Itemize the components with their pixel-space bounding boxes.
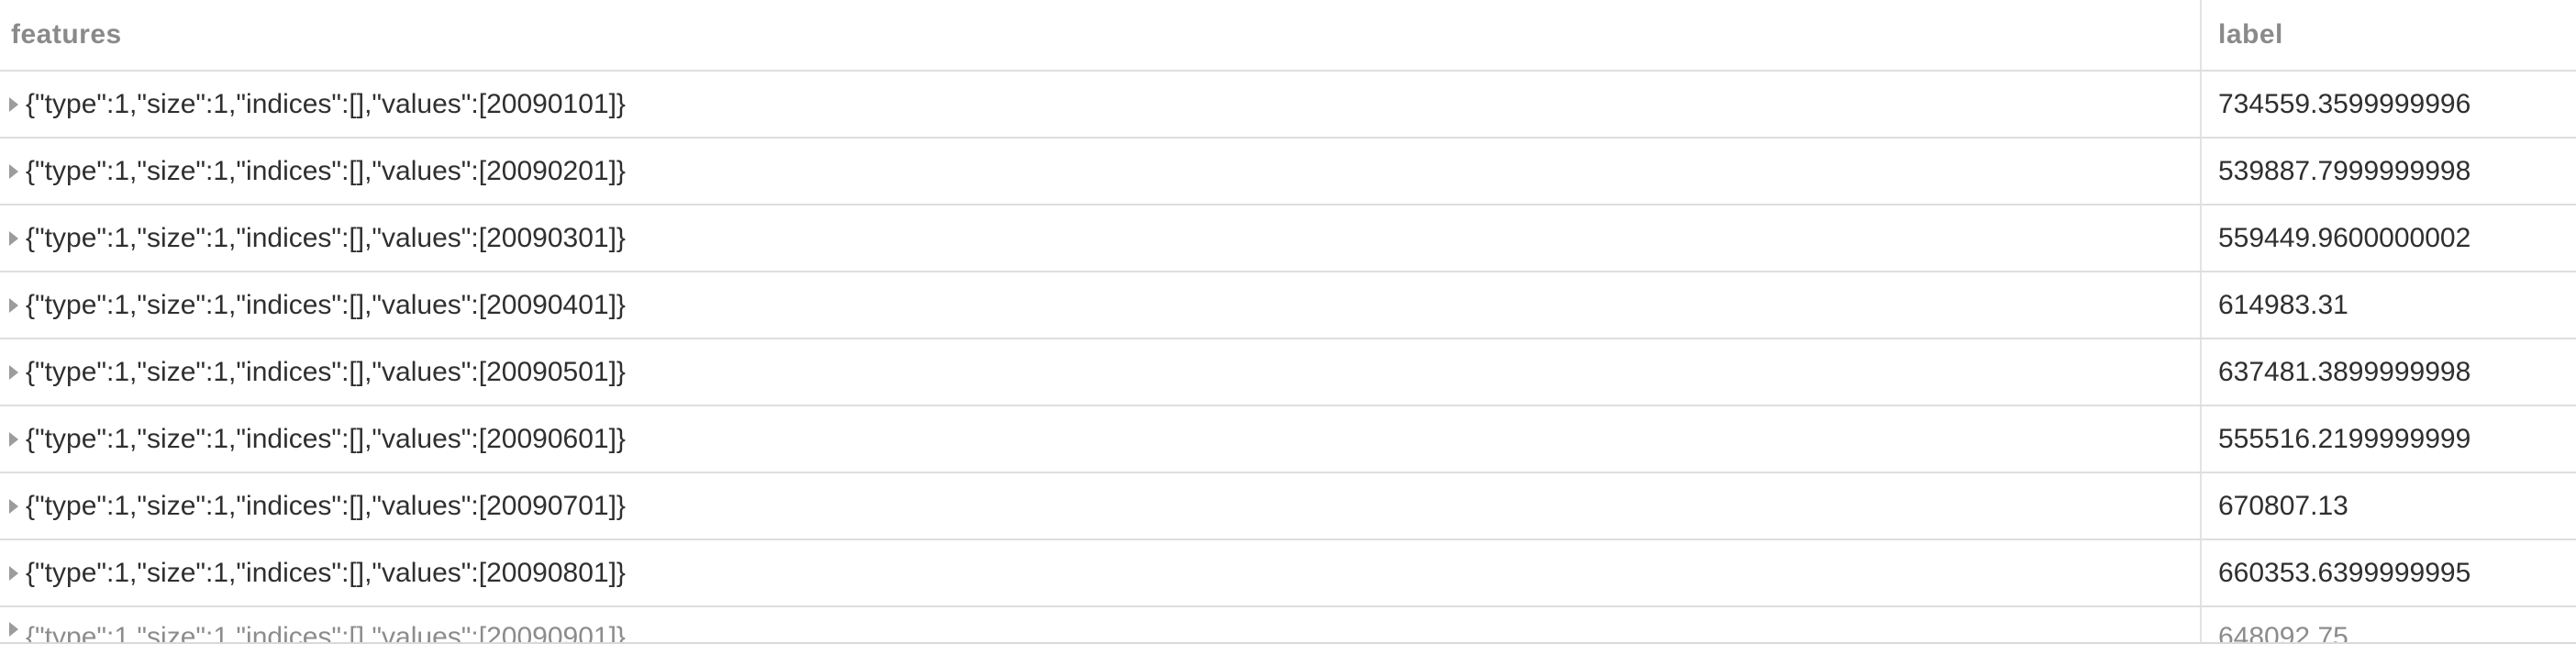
features-value: {"type":1,"size":1,"indices":[],"values"… [26, 423, 626, 454]
features-value: {"type":1,"size":1,"indices":[],"values"… [26, 222, 626, 253]
expand-triangle-icon[interactable] [9, 163, 18, 179]
table-row: {"type":1,"size":1,"indices":[],"values"… [0, 473, 2576, 540]
table-row: {"type":1,"size":1,"indices":[],"values"… [0, 406, 2576, 473]
label-cell: 559449.9600000002 [2218, 222, 2471, 253]
features-value: {"type":1,"size":1,"indices":[],"values"… [26, 356, 626, 387]
table-header-row: features label [0, 0, 2576, 72]
label-cell: 539887.7999999998 [2218, 155, 2471, 186]
features-cell: {"type":1,"size":1,"indices":[],"values"… [0, 72, 2202, 137]
features-value: {"type":1,"size":1,"indices":[],"values"… [26, 289, 626, 320]
table-row: {"type":1,"size":1,"indices":[],"values"… [0, 139, 2576, 205]
features-value: {"type":1,"size":1,"indices":[],"values"… [26, 622, 626, 644]
results-table-viewport: features label {"type":1,"size":1,"indic… [0, 0, 2576, 655]
features-cell: {"type":1,"size":1,"indices":[],"values"… [0, 272, 2202, 338]
features-cell: {"type":1,"size":1,"indices":[],"values"… [0, 473, 2202, 538]
table-row: {"type":1,"size":1,"indices":[],"values"… [0, 339, 2576, 406]
expand-triangle-icon[interactable] [9, 622, 18, 637]
expand-triangle-icon[interactable] [9, 297, 18, 313]
expand-triangle-icon[interactable] [9, 96, 18, 112]
label-cell: 555516.2199999999 [2218, 423, 2471, 454]
features-cell: {"type":1,"size":1,"indices":[],"values"… [0, 607, 2202, 644]
results-table: features label {"type":1,"size":1,"indic… [0, 0, 2576, 644]
table-row: {"type":1,"size":1,"indices":[],"values"… [0, 72, 2576, 139]
label-cell: 660353.6399999995 [2218, 557, 2471, 588]
features-cell: {"type":1,"size":1,"indices":[],"values"… [0, 540, 2202, 605]
features-value: {"type":1,"size":1,"indices":[],"values"… [26, 490, 626, 521]
column-header-features[interactable]: features [0, 0, 2202, 70]
features-cell: {"type":1,"size":1,"indices":[],"values"… [0, 139, 2202, 204]
column-header-label[interactable]: label [2202, 0, 2576, 70]
label-cell: 734559.3599999996 [2218, 88, 2471, 119]
table-row: {"type":1,"size":1,"indices":[],"values"… [0, 272, 2576, 339]
features-cell: {"type":1,"size":1,"indices":[],"values"… [0, 339, 2202, 405]
features-value: {"type":1,"size":1,"indices":[],"values"… [26, 88, 626, 119]
features-cell: {"type":1,"size":1,"indices":[],"values"… [0, 205, 2202, 271]
expand-triangle-icon[interactable] [9, 431, 18, 447]
expand-triangle-icon[interactable] [9, 230, 18, 246]
table-row: {"type":1,"size":1,"indices":[],"values"… [0, 607, 2576, 644]
label-cell: 614983.31 [2218, 289, 2348, 320]
label-cell: 637481.3899999998 [2218, 356, 2471, 387]
table-row: {"type":1,"size":1,"indices":[],"values"… [0, 540, 2576, 607]
expand-triangle-icon[interactable] [9, 498, 18, 514]
features-cell: {"type":1,"size":1,"indices":[],"values"… [0, 406, 2202, 472]
label-cell: 648092.75 [2218, 622, 2348, 644]
features-value: {"type":1,"size":1,"indices":[],"values"… [26, 557, 626, 588]
features-value: {"type":1,"size":1,"indices":[],"values"… [26, 155, 626, 186]
table-row: {"type":1,"size":1,"indices":[],"values"… [0, 205, 2576, 272]
expand-triangle-icon[interactable] [9, 565, 18, 581]
expand-triangle-icon[interactable] [9, 364, 18, 380]
label-cell: 670807.13 [2218, 490, 2348, 521]
